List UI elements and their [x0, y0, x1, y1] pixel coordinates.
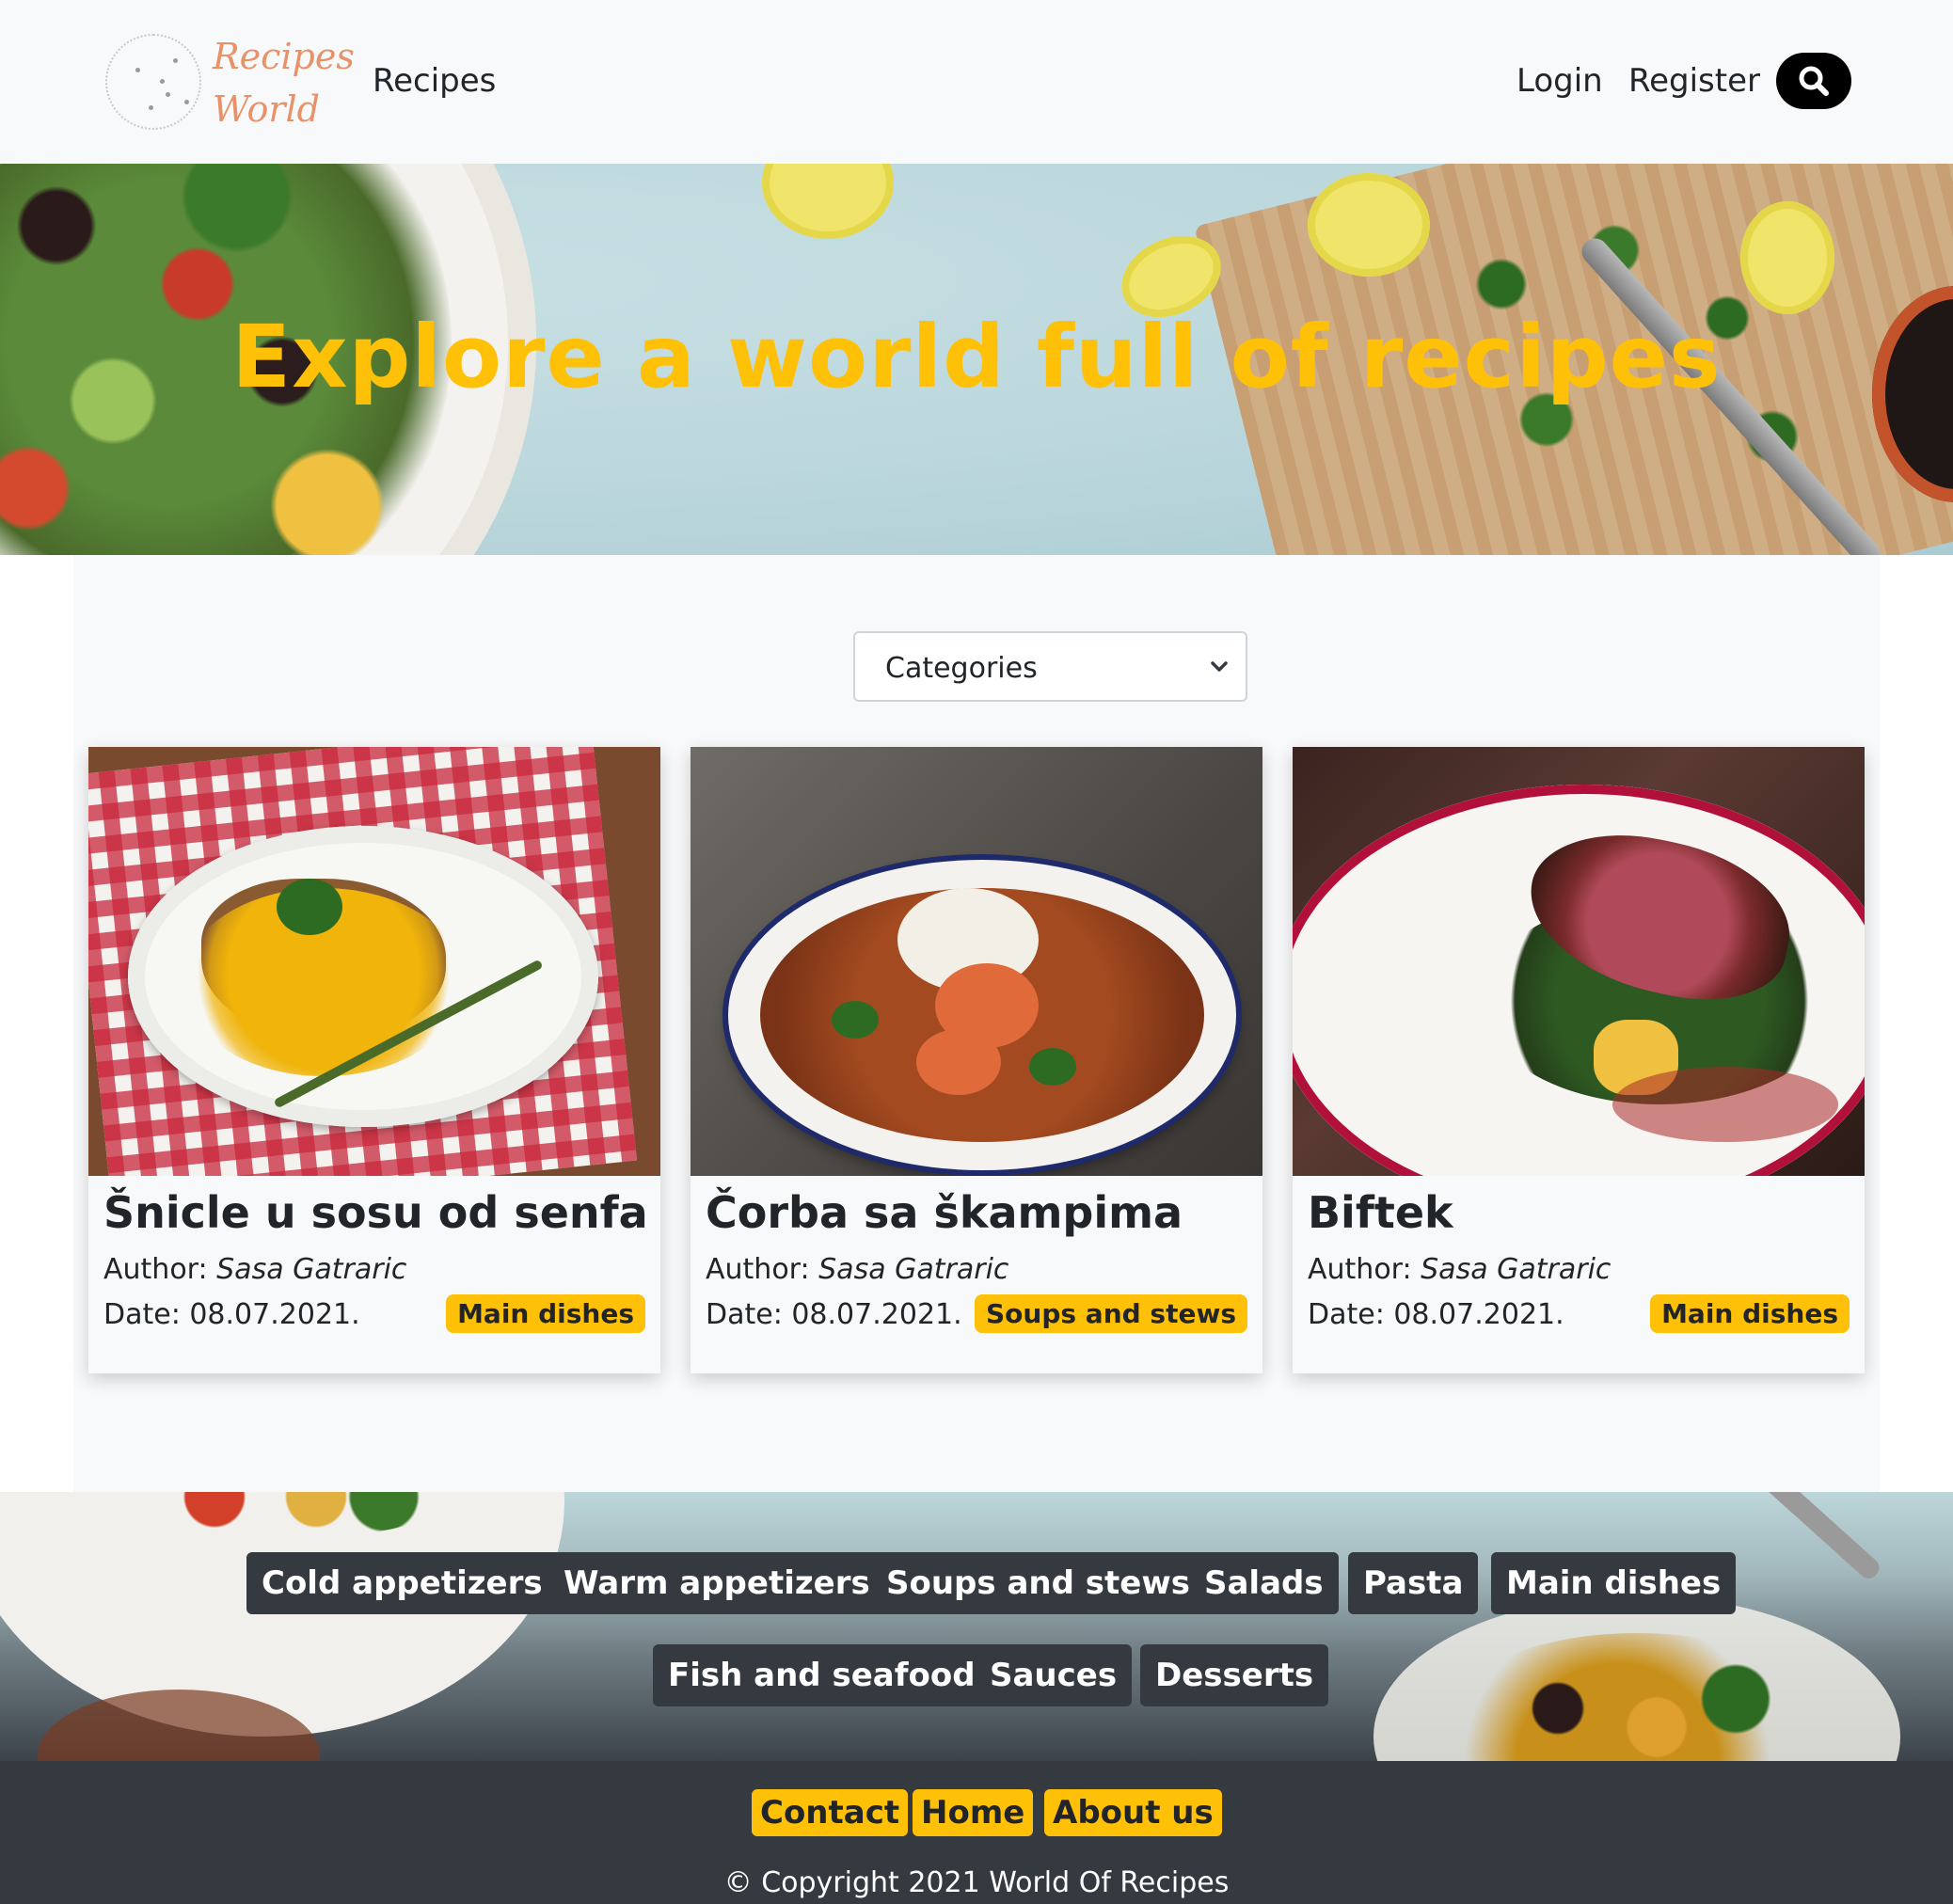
category-button-pasta[interactable]: Pasta — [1348, 1552, 1479, 1614]
author-name: Sasa Gatraric — [1421, 1253, 1612, 1286]
footer-contact-link[interactable]: Contact — [752, 1789, 909, 1836]
background-knife-image — [1729, 1492, 1883, 1583]
search-button[interactable] — [1776, 53, 1851, 109]
recipe-date: Date: 08.07.2021. — [1308, 1298, 1564, 1331]
category-button-desserts[interactable]: Desserts — [1140, 1644, 1329, 1706]
logo-text-world: World — [213, 88, 320, 130]
lemon-slice-image — [1740, 201, 1834, 314]
footer-about-link[interactable]: About us — [1044, 1789, 1222, 1836]
category-button-sauces[interactable]: Sauces — [975, 1644, 1133, 1706]
recipe-author: Author: Sasa Gatraric — [1308, 1253, 1612, 1286]
author-name: Sasa Gatraric — [818, 1253, 1009, 1286]
nav-recipes-link[interactable]: Recipes — [373, 62, 496, 100]
nav-login-link[interactable]: Login — [1516, 62, 1603, 100]
footer: Contact Home About us © Copyright 2021 W… — [0, 1761, 1953, 1904]
site-logo[interactable]: Recipes World — [100, 26, 355, 137]
category-button-fish-and-seafood[interactable]: Fish and seafood — [653, 1644, 991, 1706]
hero-title: Explore a world full of recipes — [231, 307, 1722, 407]
categories-select-value: Categories — [885, 652, 1038, 685]
logo-emblem — [105, 34, 201, 130]
recipe-card[interactable]: Šnicle u sosu od senfa Author: Sasa Gatr… — [88, 747, 660, 1373]
author-name: Sasa Gatraric — [216, 1253, 407, 1286]
recipe-title[interactable]: Biftek — [1308, 1187, 1453, 1238]
category-button-cold-appetizers[interactable]: Cold appetizers — [246, 1552, 558, 1614]
recipe-title[interactable]: Čorba sa škampima — [706, 1187, 1183, 1238]
footer-home-link[interactable]: Home — [913, 1789, 1034, 1836]
category-badge: Soups and stews — [975, 1294, 1247, 1333]
nav-register-link[interactable]: Register — [1628, 62, 1760, 100]
recipe-card[interactable]: Biftek Author: Sasa Gatraric Date: 08.07… — [1293, 747, 1865, 1373]
category-links-section: Cold appetizers Warm appetizers Soups an… — [0, 1492, 1953, 1761]
category-button-salads[interactable]: Salads — [1189, 1552, 1339, 1614]
category-badge: Main dishes — [446, 1294, 645, 1333]
category-button-main-dishes[interactable]: Main dishes — [1491, 1552, 1737, 1614]
recipe-author: Author: Sasa Gatraric — [706, 1253, 1009, 1286]
categories-select[interactable]: Categories — [853, 631, 1247, 702]
recipe-author: Author: Sasa Gatraric — [103, 1253, 407, 1286]
recipe-image[interactable] — [691, 747, 1262, 1176]
recipe-card[interactable]: Čorba sa škampima Author: Sasa Gatraric … — [691, 747, 1262, 1373]
hero-banner: Explore a world full of recipes — [0, 164, 1953, 555]
lemon-slice-image — [1308, 173, 1430, 277]
chevron-down-icon — [1211, 661, 1228, 672]
recipe-image[interactable] — [1293, 747, 1865, 1176]
category-button-warm-appetizers[interactable]: Warm appetizers — [548, 1552, 885, 1614]
copyright-text: © Copyright 2021 World Of Recipes — [723, 1866, 1230, 1899]
recipe-date: Date: 08.07.2021. — [706, 1298, 962, 1331]
logo-text-recipes: Recipes — [213, 36, 355, 77]
search-icon — [1799, 66, 1829, 96]
recipe-image[interactable] — [88, 747, 660, 1176]
recipe-title[interactable]: Šnicle u sosu od senfa — [103, 1187, 648, 1238]
category-badge: Main dishes — [1650, 1294, 1850, 1333]
navbar: Recipes World Recipes Login Register — [0, 0, 1953, 164]
recipe-date: Date: 08.07.2021. — [103, 1298, 360, 1331]
category-button-soups-and-stews[interactable]: Soups and stews — [871, 1552, 1205, 1614]
recipes-section: Categories Šnicle u sosu od senfa Author… — [73, 555, 1880, 1496]
lemon-slice-image — [762, 164, 894, 239]
